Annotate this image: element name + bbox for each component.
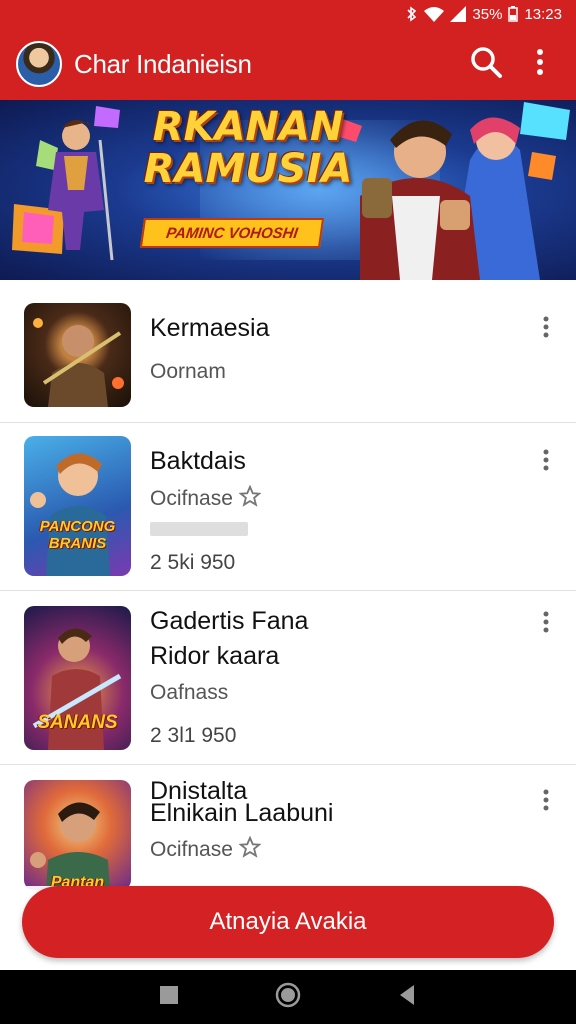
item-more-button[interactable]	[534, 609, 558, 639]
thumbnail-caption: PANCONG BRANIS	[39, 518, 116, 552]
battery-percent: 35%	[472, 5, 503, 23]
star-icon	[238, 835, 262, 864]
item-meta-text: Ocifnase	[150, 838, 233, 861]
recents-button[interactable]	[392, 982, 422, 1012]
list-item[interactable]: Kermaesia Oornam	[0, 280, 576, 423]
back-icon	[158, 984, 180, 1011]
action-bar: Atnayia Avakia	[0, 886, 576, 970]
clock: 13:23	[524, 5, 562, 23]
item-meta-text: Oafnass	[150, 681, 229, 704]
item-more-button[interactable]	[534, 787, 558, 817]
game-thumbnail	[24, 303, 131, 407]
list-item[interactable]: PANCONG BRANIS Baktdais Ocifnase 2 5ki 9…	[0, 423, 576, 591]
home-button[interactable]	[273, 982, 303, 1012]
banner-title-line1: RKANAN	[152, 104, 344, 150]
game-thumbnail: SANANS	[24, 606, 131, 750]
more-options-button[interactable]	[520, 44, 560, 84]
banner-title-line2: RAMUSIA	[143, 146, 353, 192]
app-bar: Char Indanieisn	[0, 28, 576, 100]
item-meta-text: Oornam	[150, 360, 226, 383]
more-vert-icon	[543, 449, 549, 476]
item-meta-text: Ocifnase	[150, 487, 233, 510]
banner-badge: PAMINC VOHOSHI	[139, 218, 325, 248]
search-button[interactable]	[466, 44, 506, 84]
game-thumbnail: PANCONG BRANIS	[24, 436, 131, 576]
item-subtitle: Ridor kaara	[150, 642, 280, 670]
item-subtitle: Elnikain Laabuni	[150, 799, 334, 827]
home-icon	[275, 982, 301, 1013]
item-count: 2 3l1 950	[150, 724, 237, 747]
list-item[interactable]: SANANS Gadertis Fana Ridor kaara Oafnass…	[0, 591, 576, 765]
system-nav-bar	[0, 970, 576, 1024]
item-title: Kermaesia	[150, 314, 270, 342]
more-vert-icon	[543, 789, 549, 816]
item-meta: Oafnass	[150, 681, 228, 705]
list-item[interactable]: Pantan Dnistalta Elnikain Laabuni Ocifna…	[0, 765, 576, 905]
item-more-button[interactable]	[534, 314, 558, 344]
status-bar: 35% 13:23	[0, 0, 576, 28]
wifi-icon	[424, 6, 445, 22]
item-title: Baktdais	[150, 447, 246, 475]
search-icon	[469, 45, 503, 84]
item-meta: Ocifnase	[150, 835, 262, 864]
more-vert-icon	[536, 48, 544, 81]
promo-banner[interactable]: RKANAN RAMUSIA PAMINC VOHOSHI	[0, 100, 576, 280]
star-icon	[238, 484, 262, 513]
item-meta: Oornam	[150, 360, 226, 384]
item-title: Gadertis Fana	[150, 607, 309, 635]
more-vert-icon	[543, 316, 549, 343]
back-button[interactable]	[154, 982, 184, 1012]
app-title: Char Indanieisn	[74, 48, 252, 79]
primary-action-button[interactable]: Atnayia Avakia	[22, 886, 554, 958]
recents-icon	[396, 983, 418, 1012]
more-vert-icon	[543, 611, 549, 638]
signal-icon	[450, 6, 467, 22]
game-thumbnail: Pantan	[24, 780, 131, 890]
item-meta: Ocifnase	[150, 484, 262, 513]
item-count: 2 5ki 950	[150, 551, 236, 574]
progress-bar	[150, 522, 248, 536]
avatar[interactable]	[16, 41, 62, 87]
battery-icon	[508, 6, 519, 22]
thumbnail-caption: SANANS	[37, 712, 118, 733]
item-more-button[interactable]	[534, 447, 558, 477]
bluetooth-icon	[406, 6, 418, 22]
